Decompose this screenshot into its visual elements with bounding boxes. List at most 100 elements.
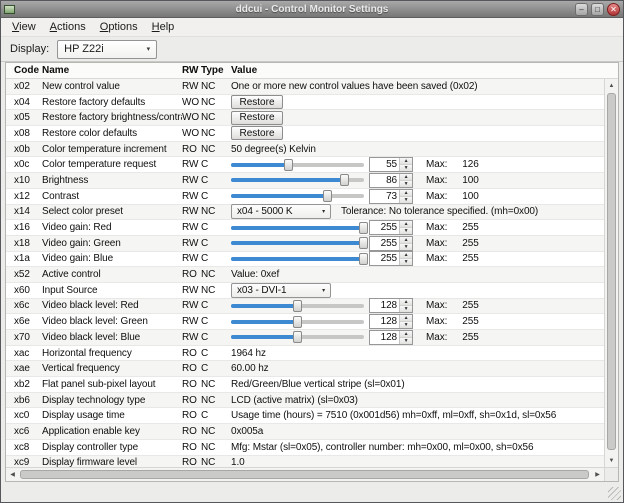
spin-down-icon[interactable]: ▼: [400, 196, 412, 203]
table-row[interactable]: xac Horizontal frequency RO C 1964 hz: [6, 346, 604, 362]
table-row[interactable]: x05 Restore factory brightness/contrast …: [6, 110, 604, 126]
slider-group: 55 ▲ ▼ Max: 126: [231, 157, 604, 172]
table-row[interactable]: x70 Video black level: Blue RW C 128 ▲: [6, 330, 604, 346]
spin-down-icon[interactable]: ▼: [400, 227, 412, 234]
close-button[interactable]: ✕: [607, 3, 620, 16]
value-spinbox[interactable]: 86 ▲ ▼: [369, 173, 413, 188]
value-slider[interactable]: [231, 299, 364, 313]
spin-down-icon[interactable]: ▼: [400, 337, 412, 344]
row-value: Value: 0xef: [227, 269, 604, 280]
spin-down-icon[interactable]: ▼: [400, 258, 412, 265]
value-spinbox[interactable]: 73 ▲ ▼: [369, 189, 413, 204]
restore-button[interactable]: Restore: [231, 126, 283, 140]
value-combobox[interactable]: x03 - DVI-1 ▾: [231, 283, 331, 298]
table-row[interactable]: x1a Video gain: Blue RW C 255 ▲ ▼: [6, 252, 604, 268]
slider-handle[interactable]: [293, 300, 302, 312]
value-spinbox[interactable]: 255 ▲ ▼: [369, 251, 413, 266]
maximize-button[interactable]: □: [591, 3, 604, 16]
row-code: xb2: [6, 379, 42, 390]
value-spinbox[interactable]: 128 ▲ ▼: [369, 314, 413, 329]
slider-handle[interactable]: [323, 190, 332, 202]
table-row[interactable]: x04 Restore factory defaults WO NC Resto…: [6, 95, 604, 111]
row-code: x05: [6, 112, 42, 123]
slider-handle[interactable]: [293, 331, 302, 343]
row-code: x52: [6, 269, 42, 280]
menu-view[interactable]: View: [5, 19, 43, 35]
row-name: Restore factory brightness/contrast: [42, 112, 182, 123]
value-spinbox[interactable]: 128 ▲ ▼: [369, 330, 413, 345]
table-row[interactable]: x6c Video black level: Red RW C 128 ▲: [6, 299, 604, 315]
table-row[interactable]: xc9 Display firmware level RO NC 1.0: [6, 456, 604, 468]
row-value: 128 ▲ ▼ Max: 255: [227, 298, 604, 313]
value-slider[interactable]: [231, 221, 364, 235]
titlebar[interactable]: ddcui - Control Monitor Settings – □ ✕: [1, 1, 623, 18]
spin-down-icon[interactable]: ▼: [400, 164, 412, 171]
row-value: 1964 hz: [227, 348, 604, 359]
value-spinbox[interactable]: 55 ▲ ▼: [369, 157, 413, 172]
scroll-up-icon[interactable]: ▲: [605, 79, 618, 92]
slider-handle[interactable]: [284, 159, 293, 171]
slider-handle[interactable]: [340, 174, 349, 186]
slider-handle[interactable]: [359, 237, 368, 249]
value-slider[interactable]: [231, 252, 364, 266]
value-slider[interactable]: [231, 189, 364, 203]
table-row[interactable]: x6e Video black level: Green RW C 128 ▲: [6, 314, 604, 330]
display-combobox[interactable]: HP Z22i ▾: [57, 40, 157, 59]
table-row[interactable]: xc0 Display usage time RO C Usage time (…: [6, 408, 604, 424]
menu-options[interactable]: Options: [93, 19, 145, 35]
table-row[interactable]: x16 Video gain: Red RW C 255 ▲ ▼: [6, 220, 604, 236]
slider-handle[interactable]: [359, 253, 368, 265]
slider-handle[interactable]: [359, 222, 368, 234]
value-slider[interactable]: [231, 236, 364, 250]
minimize-button[interactable]: –: [575, 3, 588, 16]
table-row[interactable]: x52 Active control RO NC Value: 0xef: [6, 267, 604, 283]
table-row[interactable]: xc6 Application enable key RO NC 0x005a: [6, 424, 604, 440]
spin-down-icon[interactable]: ▼: [400, 321, 412, 328]
vertical-scrollbar-thumb[interactable]: [607, 93, 616, 450]
table-row[interactable]: x08 Restore color defaults WO NC Restore: [6, 126, 604, 142]
table-row[interactable]: x02 New control value RW NC One or more …: [6, 79, 604, 95]
value-text: Red/Green/Blue vertical stripe (sl=0x01): [231, 379, 405, 390]
table-row[interactable]: x18 Video gain: Green RW C 255 ▲ ▼: [6, 236, 604, 252]
resize-grip[interactable]: [608, 487, 621, 500]
spin-down-icon[interactable]: ▼: [400, 305, 412, 312]
table-row[interactable]: x10 Brightness RW C 86 ▲ ▼: [6, 173, 604, 189]
restore-button[interactable]: Restore: [231, 95, 283, 109]
value-spinbox[interactable]: 255 ▲ ▼: [369, 220, 413, 235]
menu-help[interactable]: Help: [145, 19, 182, 35]
vertical-scrollbar[interactable]: ▲ ▼: [604, 79, 618, 467]
value-slider[interactable]: [231, 158, 364, 172]
menu-actions[interactable]: Actions: [43, 19, 93, 35]
row-code: x04: [6, 97, 42, 108]
restore-button[interactable]: Restore: [231, 111, 283, 125]
table-row[interactable]: xb6 Display technology type RO NC LCD (a…: [6, 393, 604, 409]
table-row[interactable]: xc8 Display controller type RO NC Mfg: M…: [6, 440, 604, 456]
row-type: C: [201, 222, 227, 233]
horizontal-scrollbar[interactable]: ◀ ▶: [6, 467, 604, 481]
value-combobox[interactable]: x04 - 5000 K ▾: [231, 204, 331, 219]
table-row[interactable]: x0b Color temperature increment RO NC 50…: [6, 142, 604, 158]
row-name: Select color preset: [42, 206, 182, 217]
scroll-right-icon[interactable]: ▶: [591, 468, 604, 481]
row-code: xac: [6, 348, 42, 359]
spin-down-icon[interactable]: ▼: [400, 180, 412, 187]
row-name: Restore factory defaults: [42, 97, 182, 108]
menubar: ViewActionsOptionsHelp: [1, 18, 623, 37]
spin-down-icon[interactable]: ▼: [400, 243, 412, 250]
value-slider[interactable]: [231, 330, 364, 344]
scroll-down-icon[interactable]: ▼: [605, 454, 618, 467]
table-row[interactable]: x60 Input Source RW NC x03 - DVI-1 ▾: [6, 283, 604, 299]
table-row[interactable]: x14 Select color preset RW NC x04 - 5000…: [6, 205, 604, 221]
value-slider[interactable]: [231, 315, 364, 329]
table-row[interactable]: xb2 Flat panel sub-pixel layout RO NC Re…: [6, 377, 604, 393]
value-slider[interactable]: [231, 173, 364, 187]
value-spinbox[interactable]: 255 ▲ ▼: [369, 236, 413, 251]
value-spinbox[interactable]: 128 ▲ ▼: [369, 298, 413, 313]
slider-handle[interactable]: [293, 316, 302, 328]
table-row[interactable]: x12 Contrast RW C 73 ▲ ▼: [6, 189, 604, 205]
max-value: 255: [462, 238, 478, 249]
table-row[interactable]: x0c Color temperature request RW C 55 ▲: [6, 157, 604, 173]
horizontal-scrollbar-thumb[interactable]: [20, 470, 589, 479]
scroll-left-icon[interactable]: ◀: [6, 468, 19, 481]
table-row[interactable]: xae Vertical frequency RO C 60.00 hz: [6, 361, 604, 377]
